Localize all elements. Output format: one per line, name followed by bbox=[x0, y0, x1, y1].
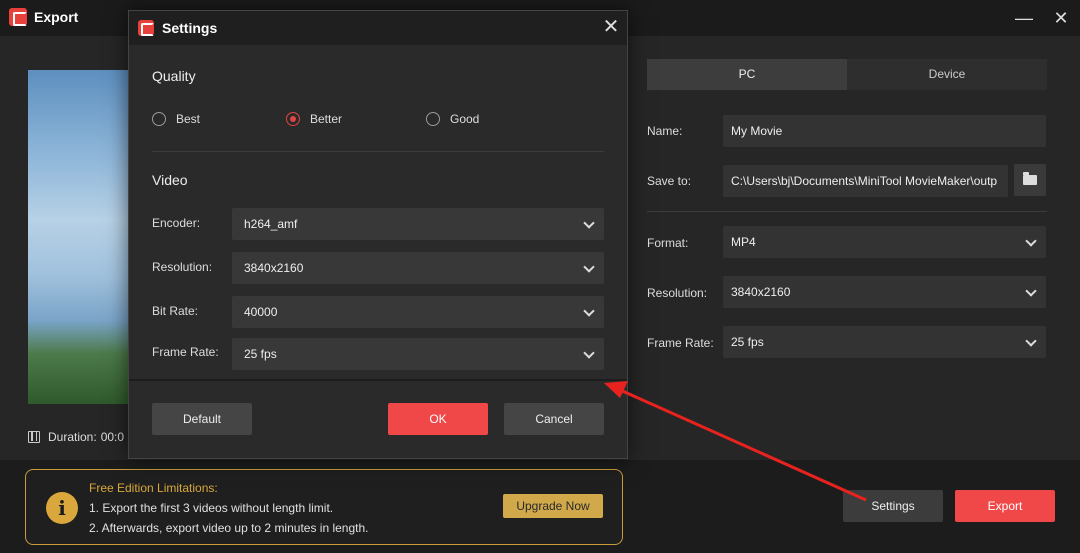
video-heading: Video bbox=[152, 172, 188, 188]
info-icon: i bbox=[46, 492, 78, 524]
encoder-label: Encoder: bbox=[152, 216, 201, 230]
dialog-footer-divider bbox=[129, 379, 627, 381]
format-label: Format: bbox=[647, 236, 689, 250]
framerate-value: 25 fps bbox=[731, 335, 764, 349]
limitations-notice: i Free Edition Limitations: 1. Export th… bbox=[25, 469, 623, 545]
resolution-value: 3840x2160 bbox=[731, 285, 791, 299]
bitrate-select[interactable]: 40000 bbox=[232, 296, 604, 328]
radio-icon bbox=[426, 112, 440, 126]
name-input[interactable]: My Movie bbox=[723, 115, 1046, 147]
dialog-logo-icon bbox=[138, 20, 154, 36]
dialog-header: Settings ✕ bbox=[129, 11, 627, 45]
quality-heading: Quality bbox=[152, 68, 196, 84]
save-to-label: Save to: bbox=[647, 174, 692, 188]
bitrate-value: 40000 bbox=[244, 305, 278, 319]
format-select[interactable]: MP4 bbox=[723, 226, 1046, 258]
window-close-icon[interactable]: ✕ bbox=[1049, 6, 1073, 30]
dialog-title: Settings bbox=[162, 20, 218, 36]
film-icon bbox=[28, 431, 40, 443]
dialog-resolution-select[interactable]: 3840x2160 bbox=[232, 252, 604, 284]
format-value: MP4 bbox=[731, 235, 756, 249]
encoder-select[interactable]: h264_amf bbox=[232, 208, 604, 240]
framerate-select[interactable]: 25 fps bbox=[723, 326, 1046, 358]
resolution-label: Resolution: bbox=[647, 286, 708, 300]
bitrate-label: Bit Rate: bbox=[152, 304, 199, 318]
upgrade-now-button[interactable]: Upgrade Now bbox=[503, 494, 603, 518]
chevron-down-icon bbox=[1025, 235, 1037, 247]
resolution-select[interactable]: 3840x2160 bbox=[723, 276, 1046, 308]
quality-better-radio[interactable]: Better bbox=[286, 112, 342, 126]
tab-pc[interactable]: PC bbox=[647, 59, 847, 90]
chevron-down-icon bbox=[583, 261, 595, 273]
chevron-down-icon bbox=[583, 305, 595, 317]
duration-value: 00:0 bbox=[100, 430, 125, 444]
radio-icon bbox=[152, 112, 166, 126]
dialog-framerate-select[interactable]: 25 fps bbox=[232, 338, 604, 370]
video-preview bbox=[28, 70, 128, 404]
dialog-resolution-value: 3840x2160 bbox=[244, 261, 304, 275]
chevron-down-icon bbox=[583, 217, 595, 229]
name-label: Name: bbox=[647, 124, 683, 138]
quality-best-label: Best bbox=[176, 112, 201, 126]
limitations-line-2: 2. Afterwards, export video up to 2 minu… bbox=[89, 521, 369, 535]
folder-icon bbox=[1023, 172, 1037, 185]
default-button[interactable]: Default bbox=[152, 403, 252, 435]
radio-selected-icon bbox=[286, 112, 300, 126]
divider bbox=[647, 211, 1047, 212]
export-button[interactable]: Export bbox=[955, 490, 1055, 522]
encoder-value: h264_amf bbox=[244, 217, 298, 231]
cancel-button[interactable]: Cancel bbox=[504, 403, 604, 435]
close-icon[interactable]: ✕ bbox=[599, 15, 623, 39]
app-logo-icon bbox=[9, 8, 27, 26]
settings-dialog: Settings ✕ Quality Best Better Good Vide… bbox=[128, 10, 628, 459]
quality-best-radio[interactable]: Best bbox=[152, 112, 200, 126]
quality-good-label: Good bbox=[450, 112, 480, 126]
framerate-label: Frame Rate: bbox=[647, 336, 714, 350]
chevron-down-icon bbox=[1025, 285, 1037, 297]
limitations-line-1: 1. Export the first 3 videos without len… bbox=[89, 501, 334, 515]
settings-button[interactable]: Settings bbox=[843, 490, 943, 522]
tab-device[interactable]: Device bbox=[847, 59, 1047, 90]
limitations-title: Free Edition Limitations: bbox=[89, 481, 218, 495]
window-title: Export bbox=[34, 9, 79, 25]
quality-good-radio[interactable]: Good bbox=[426, 112, 479, 126]
chevron-down-icon bbox=[583, 347, 595, 359]
duration-label: Duration: bbox=[48, 430, 97, 444]
minimize-icon[interactable]: — bbox=[1012, 6, 1036, 30]
save-path-input[interactable]: C:\Users\bj\Documents\MiniTool MovieMake… bbox=[723, 165, 1008, 197]
target-tabs: PC Device bbox=[647, 59, 1047, 90]
browse-folder-button[interactable] bbox=[1014, 164, 1046, 196]
duration-row: Duration: 00:0 bbox=[28, 430, 124, 444]
dialog-divider bbox=[152, 151, 604, 152]
quality-better-label: Better bbox=[310, 112, 343, 126]
chevron-down-icon bbox=[1025, 335, 1037, 347]
ok-button[interactable]: OK bbox=[388, 403, 488, 435]
dialog-resolution-label: Resolution: bbox=[152, 260, 213, 274]
dialog-framerate-label: Frame Rate: bbox=[152, 345, 219, 359]
dialog-framerate-value: 25 fps bbox=[244, 347, 277, 361]
